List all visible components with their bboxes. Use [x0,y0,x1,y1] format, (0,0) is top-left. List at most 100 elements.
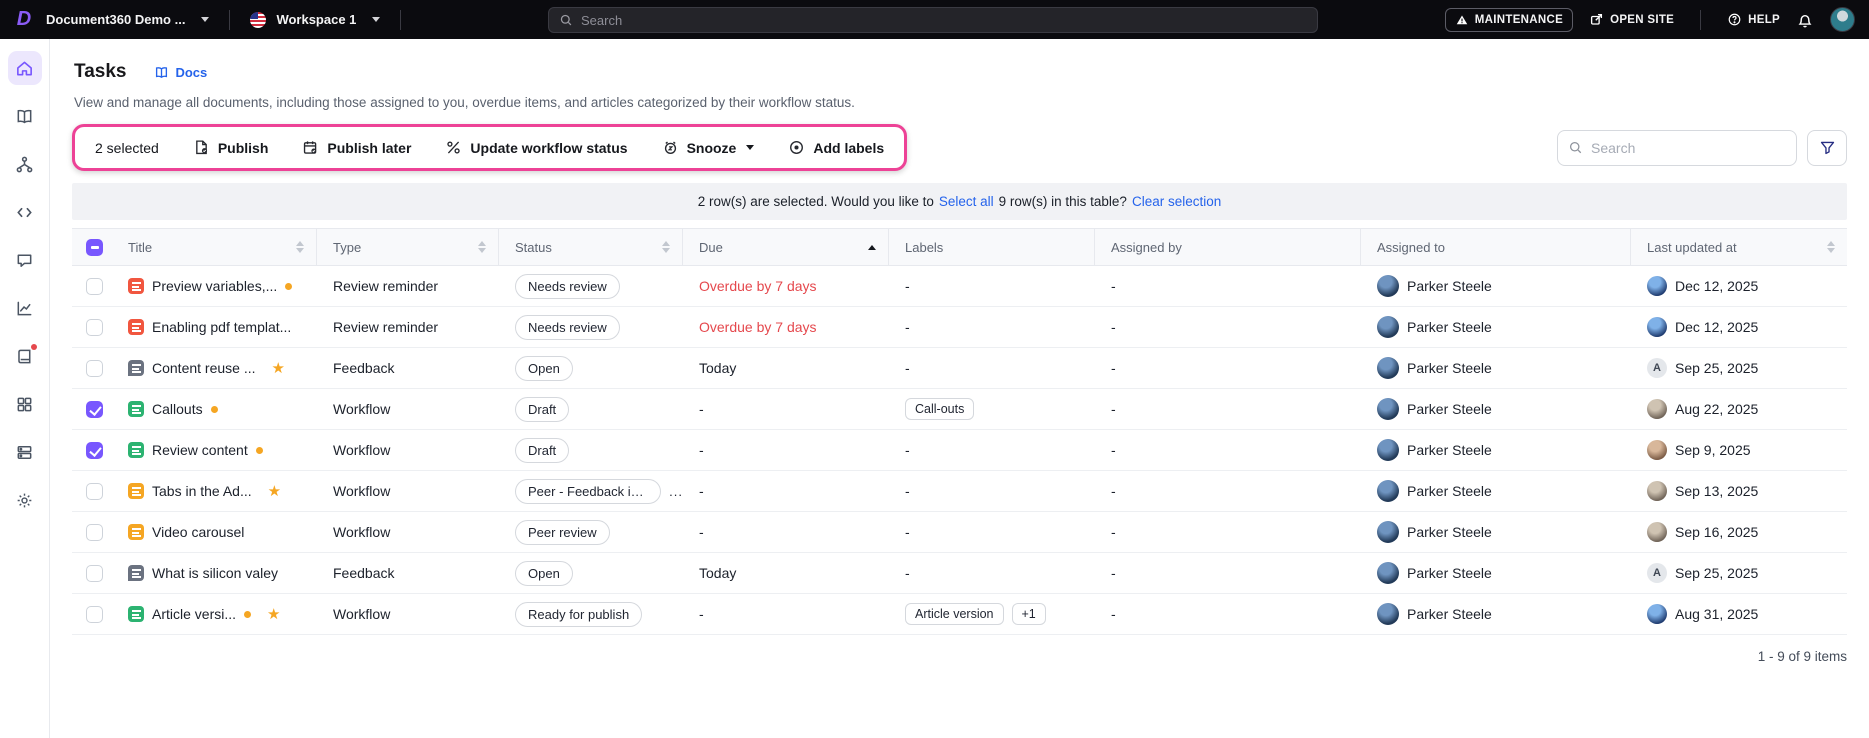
row-checkbox[interactable] [86,564,103,582]
row-checkbox[interactable] [86,441,103,459]
task-title[interactable]: What is silicon valey [152,565,278,581]
select-all-link[interactable]: Select all [939,194,994,209]
table-row[interactable]: Video carousel Workflow Peer review - - … [72,512,1847,553]
sidebar-item-home[interactable] [7,51,42,85]
sidebar-item-api-docs[interactable] [8,195,42,229]
chevron-down-icon[interactable] [201,17,210,22]
task-title[interactable]: Tabs in the Ad... [152,483,252,499]
filter-button[interactable] [1807,129,1847,166]
column-header-due[interactable]: Due [683,229,889,265]
updater-avatar [1647,522,1667,542]
sidebar-item-categories[interactable] [8,147,42,181]
column-header-assigned-by[interactable]: Assigned by [1095,229,1361,265]
sort-icon[interactable] [662,241,670,253]
due-text: - [699,483,704,499]
sidebar-item-knowledge-base[interactable] [8,339,42,373]
publish-later-button[interactable]: Publish later [302,139,411,156]
task-type: Feedback [333,360,395,376]
sidebar-item-feedback[interactable] [8,243,42,277]
row-checkbox[interactable] [86,523,103,541]
assignee-name: Parker Steele [1407,524,1492,540]
divider [400,9,402,30]
select-all-checkbox[interactable] [86,238,103,256]
docs-book-icon [156,66,168,78]
task-title[interactable]: Video carousel [152,524,244,540]
sidebar-item-drive[interactable] [8,435,42,469]
snooze-button[interactable]: Snooze [662,139,755,156]
tasks-table: Title Type Status Due Labels Assigned by Assig… [72,228,1847,635]
project-switcher[interactable]: Document360 Demo ... [46,12,185,27]
column-header-status[interactable]: Status [499,229,683,265]
labels-cell: - [905,278,910,294]
page-title: Tasks [74,61,127,82]
row-checkbox[interactable] [86,400,103,418]
maintenance-button[interactable]: MAINTENANCE [1444,7,1574,32]
table-row[interactable]: Article versi... ★ Workflow Ready for pu… [72,594,1847,635]
column-header-assigned-to[interactable]: Assigned to [1361,229,1631,265]
task-title[interactable]: Callouts [152,401,203,417]
table-row[interactable]: What is silicon valey Feedback Open Toda… [72,553,1847,594]
global-search-input[interactable]: Search [548,7,1318,33]
sort-icon[interactable] [868,244,876,250]
search-icon [1569,141,1582,154]
help-button[interactable]: HELP [1727,12,1780,27]
topbar: D Document360 Demo ... Workspace 1 Searc… [0,0,1869,39]
task-title[interactable]: Enabling pdf templat... [152,319,291,335]
table-row[interactable]: Enabling pdf templat... Review reminder … [72,307,1847,348]
due-text: - [699,401,704,417]
column-header-type[interactable]: Type [317,229,499,265]
column-header-last-updated-at[interactable]: Last updated at [1631,229,1847,265]
sidebar-item-documentation[interactable] [8,99,42,133]
table-row[interactable]: Preview variables,... Review reminder Ne… [72,266,1847,307]
assignee-name: Parker Steele [1407,401,1492,417]
column-header-labels[interactable]: Labels [889,229,1095,265]
column-label: Status [515,239,552,255]
star-icon: ★ [267,483,282,499]
table-row[interactable]: Callouts Workflow Draft - Call-outs - Pa… [72,389,1847,430]
sidebar-item-settings[interactable] [8,483,42,517]
row-checkbox[interactable] [86,318,103,336]
document360-logo-icon[interactable]: D [12,8,36,32]
sidebar-item-widgets[interactable] [8,387,42,421]
status-badge: Draft [515,396,570,422]
due-text: Overdue by 7 days [699,278,817,294]
assignee-avatar [1377,275,1399,297]
open-site-label: OPEN SITE [1610,13,1675,26]
table-row[interactable]: Content reuse ... ★ Feedback Open Today … [72,348,1847,389]
label-icon [790,141,804,154]
sort-icon[interactable] [1827,241,1835,253]
sort-icon[interactable] [296,241,304,253]
sidebar-item-analytics[interactable] [8,291,42,325]
row-checkbox[interactable] [86,482,103,500]
update-workflow-status-button[interactable]: Update workflow status [445,139,628,156]
comment-icon [17,254,32,267]
row-checkbox[interactable] [86,277,103,295]
task-title[interactable]: Preview variables,... [152,278,277,294]
row-checkbox[interactable] [86,359,103,377]
divider [1700,9,1702,30]
clear-selection-link[interactable]: Clear selection [1132,194,1221,209]
chevron-down-icon[interactable] [372,17,381,22]
assigned-by: - [1111,483,1116,499]
task-title[interactable]: Article versi... [152,606,236,622]
workspace-switcher[interactable]: Workspace 1 [276,12,356,27]
user-avatar[interactable] [1830,7,1855,32]
task-title[interactable]: Review content [152,442,248,458]
row-checkbox[interactable] [86,605,103,623]
docs-link-label: Docs [175,64,208,80]
docs-link[interactable]: Docs [154,65,207,80]
table-row[interactable]: Review content Workflow Draft - - - Park… [72,430,1847,471]
add-labels-button[interactable]: Add labels [788,139,884,156]
analytics-chart-icon [17,301,32,315]
sort-icon[interactable] [478,241,486,253]
select-all-checkbox-header[interactable] [72,229,112,265]
last-updated-date: Sep 16, 2025 [1675,524,1759,540]
publish-button[interactable]: Publish [193,139,268,156]
table-row[interactable]: Tabs in the Ad... ★ Workflow Peer - Feed… [72,471,1847,512]
task-title[interactable]: Content reuse ... [152,360,256,376]
main-content: Tasks Docs View and manage all documents… [50,39,1869,738]
notifications-bell-icon[interactable] [1796,11,1814,29]
table-search-input[interactable]: Search [1557,129,1797,166]
open-site-button[interactable]: OPEN SITE [1589,12,1674,27]
column-header-title[interactable]: Title [112,229,317,265]
